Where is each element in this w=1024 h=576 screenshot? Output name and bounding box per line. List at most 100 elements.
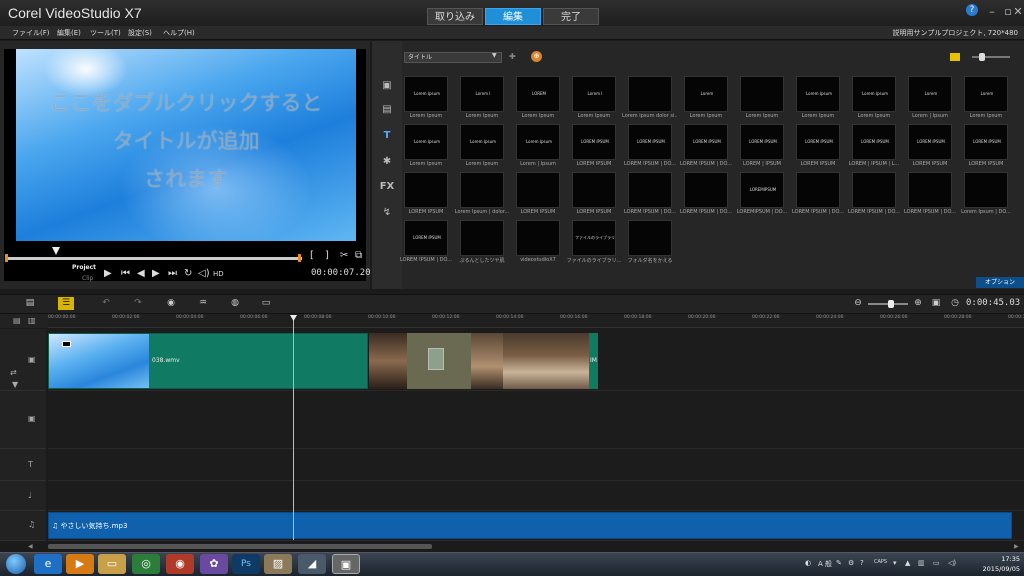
firefox-icon[interactable]: ◉ [166, 554, 194, 574]
trim-marker-start[interactable] [5, 254, 8, 262]
image-viewer-icon[interactable]: ▨ [264, 554, 292, 574]
title-thumbnail[interactable]: LOREM IPSUM [684, 124, 728, 160]
timeline-timecode[interactable]: 0:00:45.03 [966, 298, 1020, 308]
photo-clip[interactable] [369, 333, 407, 389]
title-thumbnail[interactable]: LOREM IPSUM [740, 124, 784, 160]
tab-share[interactable]: 完了 [543, 8, 599, 25]
chevron-down-icon[interactable]: ▼ [492, 52, 497, 59]
title-thumbnail[interactable]: Lorem I [572, 76, 616, 112]
title-thumbnail[interactable] [796, 172, 840, 208]
record-capture-icon[interactable]: ◉ [163, 297, 179, 310]
category-dropdown[interactable]: タイトル [404, 52, 502, 63]
help-icon[interactable]: ? [966, 4, 978, 16]
network-icon[interactable]: ▥ [918, 559, 925, 567]
playhead-line[interactable] [293, 315, 294, 540]
menu-edit[interactable]: 編集(E) [57, 28, 81, 38]
title-thumbnail[interactable] [460, 172, 504, 208]
title-overlay-line-3[interactable]: されます [16, 163, 356, 193]
title-thumbnail[interactable]: Lorem Ipsum [516, 124, 560, 160]
title-thumbnail[interactable]: LOREM IPSUM [796, 124, 840, 160]
title-thumbnail[interactable]: LOREM IPSUM [404, 220, 448, 256]
title-thumbnail[interactable]: Lorem Ipsum [460, 124, 504, 160]
hd-label[interactable]: HD [213, 270, 224, 278]
title-thumbnail[interactable] [404, 172, 448, 208]
next-icon[interactable]: ▶ [152, 268, 160, 279]
play-icon[interactable]: ▶ [104, 268, 112, 279]
help-icon[interactable]: ? [860, 559, 864, 567]
enlarge-icon[interactable]: ⧉ [355, 250, 362, 261]
title-thumbnail[interactable]: Lorem [684, 76, 728, 112]
voice-track-icon[interactable]: ♩ [28, 491, 32, 500]
clock-time[interactable]: 17:35 [984, 555, 1020, 563]
title-thumbnail[interactable] [628, 172, 672, 208]
volume-icon[interactable]: ◁) [198, 268, 210, 279]
subtitle-editor-icon[interactable]: ▭ [258, 297, 274, 310]
title-thumbnail[interactable] [516, 172, 560, 208]
audio-clip[interactable] [48, 512, 1012, 539]
title-thumbnail[interactable]: Lorem I [460, 76, 504, 112]
ime-icon[interactable]: ✎ [836, 559, 842, 567]
scroll-left-icon[interactable]: ◀ [28, 543, 33, 550]
preview-window[interactable]: ここをダブルクリックすると タイトルが追加 されます [4, 49, 366, 281]
title-thumbnail[interactable] [460, 220, 504, 256]
overlay-track[interactable] [48, 391, 1024, 449]
player-timecode[interactable]: 00:00:07.20 [311, 268, 371, 278]
photo-clip[interactable] [471, 333, 503, 389]
redo-icon[interactable]: ↷ [130, 297, 146, 310]
title-thumbnail[interactable]: LOREM [516, 76, 560, 112]
app-icon[interactable]: ◢ [298, 554, 326, 574]
minimize-button[interactable]: – [984, 5, 1000, 19]
options-button[interactable]: オプション [976, 277, 1024, 288]
media-player-icon[interactable]: ▶ [66, 554, 94, 574]
title-thumbnail[interactable]: LOREM IPSUM [964, 124, 1008, 160]
mark-in-icon[interactable]: [ [310, 250, 314, 261]
chevron-down-icon[interactable]: ▼ [12, 380, 18, 389]
title-thumbnail[interactable] [516, 220, 560, 256]
title-track[interactable] [48, 449, 1024, 481]
undo-icon[interactable]: ↶ [98, 297, 114, 310]
tab-edit[interactable]: 編集 [485, 8, 541, 25]
mode-clip[interactable]: Clip [82, 275, 93, 282]
title-thumbnail[interactable]: Lorem Ipsum [404, 76, 448, 112]
menu-tools[interactable]: ツール(T) [90, 28, 121, 38]
scrubber-bar[interactable] [6, 257, 302, 260]
end-icon[interactable]: ⏭ [168, 268, 177, 279]
chapter-point-icon[interactable]: ▥ [28, 316, 36, 325]
battery-icon[interactable]: ▭ [933, 559, 940, 567]
title-thumbnail[interactable]: Lorem Ipsum [796, 76, 840, 112]
title-thumbnail[interactable] [740, 76, 784, 112]
title-thumbnail[interactable]: ファイルのライブラリ [572, 220, 616, 256]
thumbnail-size-thumb[interactable] [979, 53, 985, 61]
title-thumbnail[interactable] [852, 172, 896, 208]
home-icon[interactable]: ⏮ [121, 268, 130, 279]
auto-music-icon[interactable]: ◍ [227, 297, 243, 310]
title-thumbnail[interactable] [908, 172, 952, 208]
timeline-view-icon[interactable]: ☰ [58, 297, 74, 310]
caps-kana-icon[interactable]: CAPS [874, 559, 887, 565]
menu-file[interactable]: ファイル(F) [12, 28, 50, 38]
mark-out-icon[interactable]: ] [325, 250, 329, 261]
previous-icon[interactable]: ◀ [137, 268, 145, 279]
fit-project-icon[interactable]: ▣ [928, 297, 944, 310]
store-icon[interactable]: ⊕ [531, 51, 542, 62]
track-manager-icon[interactable]: ▤ [13, 316, 21, 325]
media-icon[interactable]: ▣ [372, 75, 402, 97]
tray-icon[interactable]: ◐ [805, 559, 811, 567]
overlay-track-icon[interactable]: ▣ [28, 414, 36, 423]
title-icon[interactable]: T [372, 125, 402, 147]
volume-icon[interactable]: ◁) [948, 559, 956, 567]
ime-indicator[interactable]: A 般 [818, 559, 832, 569]
add-favorite-icon[interactable]: ✚ [509, 52, 516, 61]
clock-icon[interactable]: ◷ [947, 297, 963, 310]
title-thumbnail[interactable] [684, 172, 728, 208]
title-thumbnail[interactable]: Lorem Ipsum [404, 124, 448, 160]
title-thumbnail[interactable]: Lorem [964, 76, 1008, 112]
scroll-right-icon[interactable]: ▶ [1014, 543, 1019, 550]
title-thumbnail[interactable]: Lorem [908, 76, 952, 112]
close-button[interactable]: ✕ [1012, 5, 1024, 19]
title-thumbnail[interactable]: LOREM IPSUM [572, 124, 616, 160]
zoom-slider-thumb[interactable] [888, 300, 894, 308]
title-thumbnail[interactable]: LOREM IPSUM [628, 124, 672, 160]
mode-project[interactable]: Project [72, 264, 96, 271]
zoom-out-icon[interactable]: ⊖ [850, 297, 866, 310]
